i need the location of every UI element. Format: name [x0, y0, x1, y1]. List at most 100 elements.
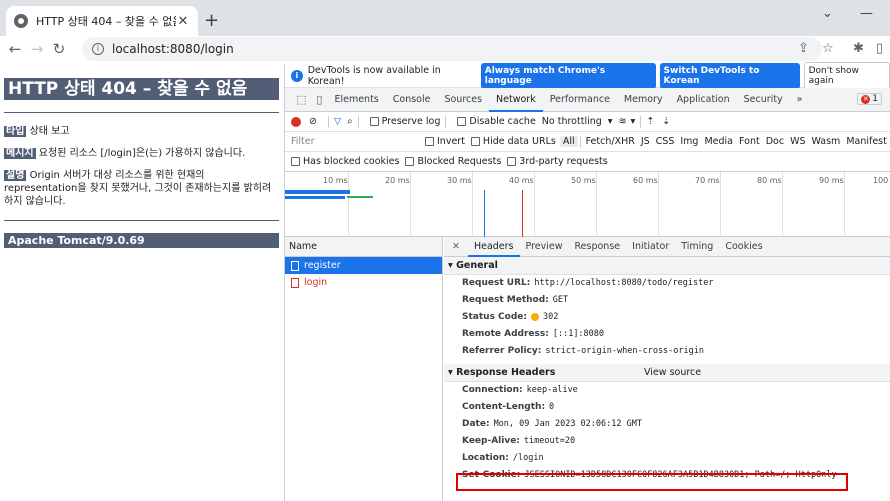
timeline-tick: [534, 172, 535, 237]
chevron-down-icon[interactable]: ▾: [631, 116, 636, 127]
tab-response[interactable]: Response: [569, 237, 627, 257]
header-key: Keep-Alive:: [462, 436, 520, 446]
dont-show-again-button[interactable]: Don't show again: [803, 61, 890, 90]
forward-icon[interactable]: →: [26, 40, 48, 58]
tab-network[interactable]: Network: [489, 88, 543, 112]
has-blocked-cookies-checkbox[interactable]: [291, 157, 300, 166]
chevron-down-icon[interactable]: ▾: [608, 116, 613, 127]
tab-cookies[interactable]: Cookies: [719, 237, 768, 257]
filter-font[interactable]: Font: [736, 136, 763, 147]
match-language-button[interactable]: Always match Chrome's language: [480, 62, 656, 89]
search-icon[interactable]: ⌕: [347, 116, 352, 127]
description-label: 설명: [4, 170, 27, 181]
import-icon[interactable]: ⇡: [646, 116, 654, 127]
response-headers-section-header[interactable]: ▾ Response Headers View source: [444, 364, 890, 382]
record-icon[interactable]: [291, 116, 301, 127]
extensions-icon[interactable]: ✱: [853, 41, 864, 56]
request-bar-register: [285, 190, 349, 194]
tab-memory[interactable]: Memory: [617, 88, 670, 112]
third-party-checkbox[interactable]: [507, 157, 517, 166]
header-value: http://localhost:8080/todo/register: [534, 278, 714, 288]
address-bar[interactable]: i localhost:8080/login: [82, 37, 822, 61]
filter-ws[interactable]: WS: [787, 136, 808, 147]
request-bar-login: [285, 196, 345, 199]
close-icon[interactable]: ✕: [444, 241, 468, 252]
switch-korean-button[interactable]: Switch DevTools to Korean: [659, 62, 800, 89]
inspect-icon[interactable]: ⬚: [291, 93, 311, 106]
header-value: /login: [512, 453, 544, 463]
filter-manifest[interactable]: Manifest: [843, 136, 890, 147]
header-value: keep-alive: [526, 385, 578, 395]
devtools-infobar: i DevTools is now available in Korean! A…: [285, 61, 890, 90]
third-party-label: 3rd-party requests: [519, 156, 608, 167]
close-icon[interactable]: ✕: [176, 14, 190, 29]
filter-input[interactable]: Filter: [291, 136, 419, 147]
separator: [357, 115, 359, 128]
tab-application[interactable]: Application: [670, 88, 737, 112]
clear-icon[interactable]: ⊘: [309, 116, 317, 127]
name-column-header[interactable]: Name: [285, 237, 442, 257]
share-icon[interactable]: ⇪: [798, 41, 809, 56]
tab-security[interactable]: Security: [737, 88, 790, 112]
tab-performance[interactable]: Performance: [543, 88, 617, 112]
view-source-link[interactable]: View source: [644, 364, 701, 382]
filter-img[interactable]: Img: [677, 136, 701, 147]
more-tabs[interactable]: »: [790, 88, 810, 112]
wifi-icon[interactable]: ≋: [619, 116, 627, 127]
blocked-requests-checkbox[interactable]: [405, 157, 415, 166]
description-line: 설명 Origin 서버가 대상 리소스를 위한 현재의 representat…: [4, 169, 279, 208]
request-row-register[interactable]: register: [285, 257, 442, 274]
blocked-requests-label: Blocked Requests: [417, 156, 502, 167]
tab-timing[interactable]: Timing: [675, 237, 719, 257]
header-row: Remote Address: [::1]:8080: [444, 326, 890, 343]
filter-media[interactable]: Media: [701, 136, 736, 147]
hide-data-urls-checkbox[interactable]: [470, 137, 480, 146]
header-key: Referrer Policy:: [462, 346, 542, 356]
minimize-icon[interactable]: —: [860, 6, 873, 21]
request-row-login[interactable]: login: [285, 274, 442, 291]
sidepanel-icon[interactable]: ▯: [876, 41, 883, 56]
tab-preview[interactable]: Preview: [520, 237, 569, 257]
general-section-header[interactable]: ▾ General: [444, 257, 890, 275]
filter-all[interactable]: All: [559, 136, 578, 147]
timeline-tick: [348, 172, 349, 237]
device-toolbar-icon[interactable]: ▯: [311, 93, 327, 106]
filter-js[interactable]: JS: [638, 136, 653, 147]
disable-cache-checkbox[interactable]: [457, 117, 467, 126]
network-overview[interactable]: 10 ms 20 ms 30 ms 40 ms 50 ms 60 ms 70 m…: [285, 172, 890, 237]
timeline-tick: [596, 172, 597, 237]
error-badge[interactable]: ✕ 1: [857, 93, 882, 105]
filter-fetch-xhr[interactable]: Fetch/XHR: [583, 136, 638, 147]
filter-icon[interactable]: ▽: [334, 116, 341, 127]
tab-title: HTTP 상태 404 – 찾을 수 없음: [36, 15, 176, 28]
back-icon[interactable]: ←: [4, 40, 26, 58]
info-icon[interactable]: i: [92, 43, 104, 55]
filter-wasm[interactable]: Wasm: [809, 136, 844, 147]
infobar-message: DevTools is now available in Korean!: [307, 64, 441, 87]
export-icon[interactable]: ⇣: [662, 116, 670, 127]
throttling-select[interactable]: No throttling: [542, 116, 602, 127]
header-row: Connection: keep-alive: [444, 382, 890, 399]
new-tab-icon[interactable]: +: [204, 10, 219, 31]
preserve-log-checkbox[interactable]: [369, 117, 379, 126]
star-icon[interactable]: ☆: [822, 41, 834, 56]
tab-console[interactable]: Console: [386, 88, 438, 112]
type-label: 타입: [4, 126, 27, 137]
browser-tab[interactable]: HTTP 상태 404 – 찾을 수 없음 ✕: [6, 6, 198, 36]
tab-sources[interactable]: Sources: [437, 88, 489, 112]
header-key: Connection:: [462, 385, 523, 395]
request-list: Name register login: [285, 237, 443, 501]
invert-checkbox[interactable]: [425, 137, 434, 146]
tab-initiator[interactable]: Initiator: [626, 237, 675, 257]
url-text: localhost:8080/login: [112, 42, 234, 56]
filter-css[interactable]: CSS: [653, 136, 678, 147]
tab-headers[interactable]: Headers: [467, 237, 520, 257]
header-key: Remote Address:: [462, 329, 549, 339]
chevron-down-icon[interactable]: ⌄: [822, 6, 833, 21]
filter-doc[interactable]: Doc: [763, 136, 787, 147]
reload-icon[interactable]: ↻: [48, 40, 70, 58]
hide-data-urls-label: Hide data URLs: [482, 136, 556, 147]
network-toolbar: ⊘ ▽ ⌕ Preserve log Disable cache No thro…: [285, 112, 890, 132]
header-key: Status Code:: [462, 312, 527, 322]
tab-elements[interactable]: Elements: [327, 88, 385, 112]
